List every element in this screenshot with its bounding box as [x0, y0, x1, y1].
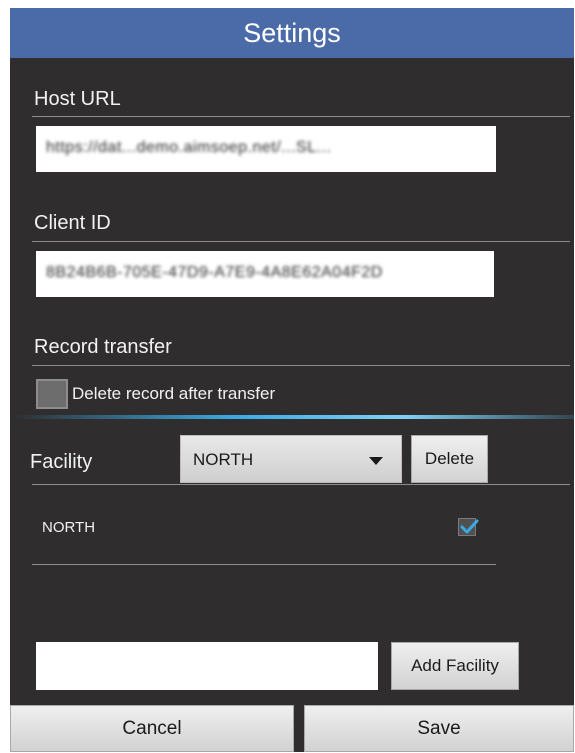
facility-list-item[interactable]: NORTH: [42, 519, 95, 536]
facility-label: Facility: [30, 451, 93, 473]
client-id-divider: [32, 241, 570, 242]
host-url-label: Host URL: [34, 88, 121, 110]
record-transfer-divider: [32, 365, 570, 366]
cancel-label: Cancel: [122, 717, 182, 739]
save-button[interactable]: Save: [304, 705, 574, 752]
add-facility-button[interactable]: Add Facility: [391, 642, 519, 690]
chevron-down-icon: [369, 457, 383, 465]
record-transfer-label: Record transfer: [34, 336, 172, 358]
delete-record-label: Delete record after transfer: [72, 384, 276, 403]
delete-record-checkbox[interactable]: [36, 379, 68, 409]
delete-facility-label: Delete: [424, 449, 475, 468]
save-label: Save: [417, 717, 461, 739]
delete-record-option[interactable]: Delete record after transfer: [36, 379, 275, 409]
cancel-button[interactable]: Cancel: [10, 705, 294, 752]
client-id-input[interactable]: 8B24B6B-705E-47D9-A7E9-4A8E62A04F2D: [36, 251, 494, 297]
client-id-label: Client ID: [34, 212, 111, 234]
action-bar: Cancel Save: [10, 705, 574, 752]
delete-facility-button[interactable]: Delete: [411, 435, 488, 483]
facility-selected: NORTH: [193, 450, 254, 469]
host-url-divider: [32, 116, 570, 117]
title-bar: Settings: [10, 8, 574, 58]
client-id-value: 8B24B6B-705E-47D9-A7E9-4A8E62A04F2D: [46, 264, 383, 281]
new-facility-input[interactable]: [36, 642, 378, 690]
window-title: Settings: [243, 17, 341, 48]
facility-item-name: NORTH: [42, 519, 96, 536]
facility-divider: [32, 484, 570, 485]
checkmark-icon: [460, 519, 479, 534]
host-url-value: https://dat...demo.aimsoep.net/...SL...: [46, 139, 332, 156]
facility-list-divider: [32, 564, 496, 565]
facility-dropdown[interactable]: NORTH: [180, 435, 402, 483]
facility-item-checkbox[interactable]: [458, 518, 479, 536]
add-facility-label: Add Facility: [411, 656, 499, 675]
settings-window: Settings Host URL https://dat...demo.aim…: [10, 8, 574, 752]
host-url-input[interactable]: https://dat...demo.aimsoep.net/...SL...: [36, 126, 496, 172]
section-glow-divider: [10, 415, 574, 419]
